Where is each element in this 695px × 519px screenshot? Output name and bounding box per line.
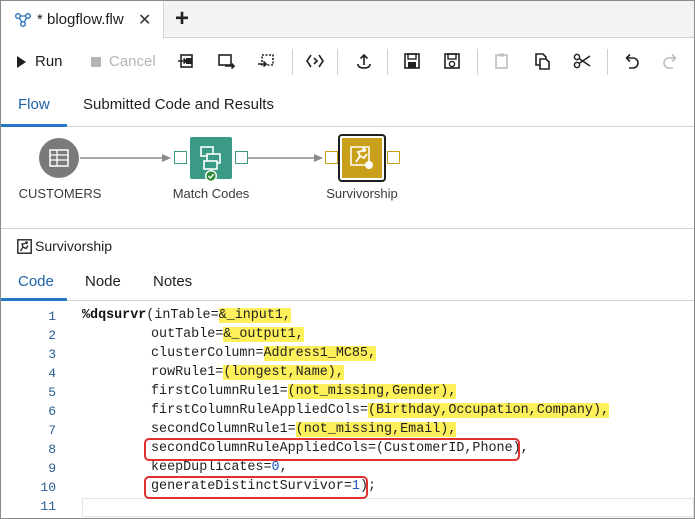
customers-node[interactable]: [38, 137, 80, 179]
survivorship-node[interactable]: [338, 134, 386, 182]
run-label: Run: [35, 53, 63, 70]
flow-icon: [15, 13, 31, 27]
code-line: clusterColumn=Address1_MC85,: [151, 346, 377, 361]
save-icon[interactable]: [403, 52, 421, 70]
code-line: firstColumnRule1=(not_missing,Gender),: [151, 384, 457, 399]
cancel-button[interactable]: Cancel: [91, 53, 156, 70]
line-number: 2: [48, 328, 56, 343]
toolbar-separator: [477, 49, 478, 75]
run-node-icon[interactable]: [257, 52, 275, 70]
redo-icon: [663, 53, 677, 69]
line-number: 10: [40, 480, 56, 495]
code-line: firstColumnRuleAppliedCols=(Birthday,Occ…: [151, 403, 610, 418]
undo-icon[interactable]: [622, 52, 640, 70]
toolbar-separator: [387, 49, 388, 75]
active-tab-indicator: [1, 124, 67, 127]
run-to-node-icon[interactable]: [177, 52, 195, 70]
save-as-icon[interactable]: [443, 52, 461, 70]
active-tab-indicator: [1, 298, 67, 301]
main-tabs: Flow Submitted Code and Results: [1, 85, 694, 127]
details-panel-header: Survivorship: [1, 230, 694, 261]
document-tab[interactable]: * blogflow.flw ✕: [1, 1, 164, 38]
tab-code[interactable]: Code: [18, 273, 54, 290]
match-codes-node[interactable]: [190, 137, 232, 183]
run-icon: [17, 55, 26, 68]
line-number: 7: [48, 423, 56, 438]
code-line: outTable=&_output1,: [151, 327, 304, 342]
tab-node[interactable]: Node: [85, 273, 121, 290]
code-line: secondColumnRule1=(not_missing,Email),: [151, 422, 457, 437]
cancel-label: Cancel: [109, 53, 156, 70]
upload-icon[interactable]: [355, 52, 373, 70]
line-number: 3: [48, 347, 56, 362]
close-tab-icon[interactable]: ✕: [138, 10, 151, 30]
tab-flow[interactable]: Flow: [18, 96, 50, 113]
annotation-box: [144, 476, 368, 499]
current-line-highlight: [82, 498, 694, 517]
macro-name: %dqsurvr: [82, 308, 147, 323]
details-tabs: Code Node Notes: [1, 261, 694, 301]
details-panel-title: Survivorship: [35, 238, 113, 254]
stop-icon: [91, 56, 101, 67]
match-codes-output-port[interactable]: [235, 151, 248, 164]
survivorship-icon: [17, 239, 32, 254]
document-tab-title: * blogflow.flw: [37, 11, 124, 28]
copy-icon[interactable]: [533, 52, 551, 70]
survivorship-node-label: Survivorship: [326, 186, 398, 201]
code-editor[interactable]: 1 2 3 4 5 6 7 8 9 10 11 %dqsurvr(inTable…: [1, 302, 694, 518]
code-line: keepDuplicates=0,: [151, 460, 288, 475]
paste-icon: [495, 53, 508, 69]
flow-canvas[interactable]: CUSTOMERS Match Codes Survivorship: [1, 128, 694, 229]
code-line: %dqsurvr(inTable=&_input1,: [82, 308, 291, 323]
match-codes-input-port[interactable]: [174, 151, 187, 164]
line-number: 1: [48, 309, 56, 324]
run-button[interactable]: Run: [17, 53, 63, 70]
annotation-box: [144, 438, 520, 461]
line-number: 6: [48, 404, 56, 419]
toolbar-separator: [292, 49, 293, 75]
tab-notes[interactable]: Notes: [153, 273, 192, 290]
toolbar: Run Cancel: [1, 39, 694, 85]
survivorship-output-port[interactable]: [387, 151, 400, 164]
cut-icon[interactable]: [573, 52, 591, 70]
line-number: 5: [48, 385, 56, 400]
line-number: 9: [48, 461, 56, 476]
code-line: rowRule1=(longest,Name),: [151, 365, 344, 380]
document-tab-bar: * blogflow.flw ✕ +: [1, 1, 694, 38]
line-number: 4: [48, 366, 56, 381]
line-number-gutter: 1 2 3 4 5 6 7 8 9 10 11: [1, 302, 73, 518]
tab-submitted-code-and-results[interactable]: Submitted Code and Results: [83, 96, 274, 113]
toolbar-separator: [607, 49, 608, 75]
line-number: 8: [48, 442, 56, 457]
auto-arrange-icon[interactable]: [306, 52, 324, 70]
match-codes-node-label: Match Codes: [172, 186, 250, 201]
line-number: 11: [40, 499, 56, 514]
customers-node-label: CUSTOMERS: [18, 186, 102, 201]
add-tab-button[interactable]: +: [175, 5, 189, 33]
survivorship-input-port[interactable]: [325, 151, 338, 164]
run-from-node-icon[interactable]: [217, 52, 235, 70]
toolbar-separator: [337, 49, 338, 75]
